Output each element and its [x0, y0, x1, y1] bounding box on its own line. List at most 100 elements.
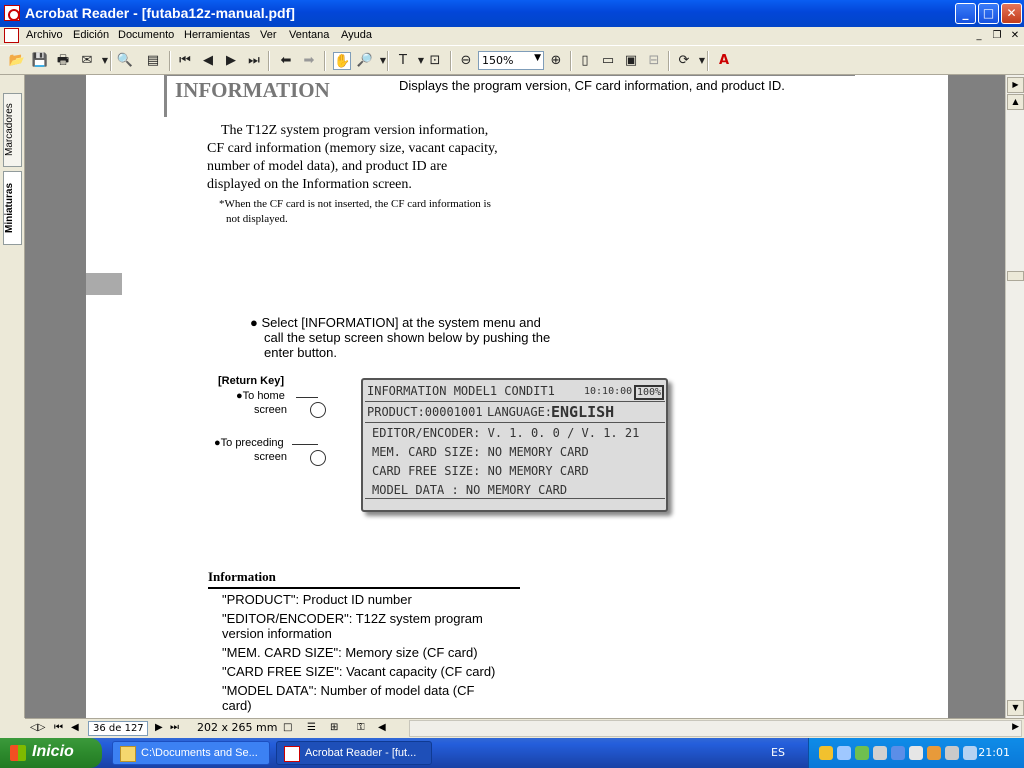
next-page-icon[interactable]: ▶: [222, 52, 240, 70]
taskbar: Inicio C:\Documents and Se... Acrobat Re…: [0, 738, 1024, 768]
task-explorer-label: C:\Documents and Se...: [141, 747, 258, 759]
status-prev-page-icon[interactable]: ◀: [71, 721, 79, 735]
scroll-left-icon[interactable]: ◀: [378, 721, 386, 735]
close-button[interactable]: ✕: [1001, 3, 1022, 24]
system-tray: 21:01: [808, 738, 1024, 768]
task-explorer[interactable]: C:\Documents and Se...: [112, 741, 270, 765]
continuous-icon[interactable]: ☰: [307, 721, 316, 735]
zoom-level-dropdown-icon[interactable]: ▼: [534, 53, 541, 63]
forward-icon[interactable]: ➡: [300, 52, 318, 70]
status-first-page-icon[interactable]: ⏮: [54, 721, 63, 735]
tray-icon[interactable]: [963, 746, 977, 760]
monitor-icon[interactable]: [891, 746, 905, 760]
intro-line: The T12Z system program version informat…: [221, 123, 489, 138]
back-icon[interactable]: ⬅: [277, 52, 295, 70]
heading-rule: [167, 75, 855, 76]
status-next-page-icon[interactable]: ▶: [155, 721, 163, 735]
open-icon[interactable]: 📂: [8, 52, 26, 70]
intro-line: displayed on the Information screen.: [207, 177, 412, 192]
maximize-button[interactable]: □: [978, 3, 999, 24]
status-nav-icon[interactable]: ◁▷: [30, 721, 45, 735]
sync-icon[interactable]: [909, 746, 923, 760]
menu-documento[interactable]: Documento: [118, 29, 174, 41]
horizontal-scrollbar[interactable]: ▶: [409, 720, 1022, 737]
instruction-text: ● Select [INFORMATION] at the system men…: [250, 315, 550, 360]
menu-ver[interactable]: Ver: [260, 29, 277, 41]
print-icon[interactable]: 🖶: [54, 52, 72, 70]
last-page-icon[interactable]: ⏭: [245, 52, 263, 70]
menu-herramientas[interactable]: Herramientas: [184, 29, 250, 41]
antivirus-icon[interactable]: [855, 746, 869, 760]
volume-icon[interactable]: [873, 746, 887, 760]
intro-paragraph: The T12Z system program version informat…: [207, 122, 519, 194]
clock: 21:01: [978, 746, 1010, 759]
scroll-right-icon[interactable]: ▶: [1012, 722, 1019, 732]
snapshot-icon[interactable]: ⊡: [426, 52, 444, 70]
to-home-label: ●To home: [236, 390, 285, 402]
instruction-line: ● Select [INFORMATION] at the system men…: [250, 315, 541, 330]
lcd-screen: INFORMATION MODEL1 CONDIT1 10:10:00 100%…: [361, 378, 668, 512]
tab-thumbnails[interactable]: Miniaturas: [3, 171, 22, 245]
lcd-time: 10:10:00: [584, 386, 633, 397]
doc-minimize-icon[interactable]: _: [972, 29, 986, 43]
status-last-page-icon[interactable]: ⏭: [170, 721, 179, 735]
scroll-down-icon[interactable]: ▼: [1007, 700, 1024, 716]
facing-icon[interactable]: ⊞: [330, 721, 338, 735]
update-icon[interactable]: [945, 746, 959, 760]
info-rule: [208, 587, 520, 589]
doc-restore-icon[interactable]: ❐: [990, 29, 1004, 43]
language-indicator[interactable]: ES: [771, 746, 785, 759]
info-item: "MEM. CARD SIZE": Memory size (CF card): [222, 645, 478, 660]
zoom-out-icon[interactable]: ⊖: [457, 52, 475, 70]
lcd-language-label: LANGUAGE:: [487, 405, 553, 419]
zoom-tool-icon[interactable]: 🔎: [356, 52, 374, 70]
text-select-icon[interactable]: T: [394, 52, 412, 70]
task-acrobat[interactable]: Acrobat Reader - [fut...: [276, 741, 432, 765]
lcd-row: EDITOR/ENCODER: V. 1. 0. 0 / V. 1. 21: [372, 426, 640, 440]
document-viewport[interactable]: INFORMATION Displays the program version…: [25, 75, 1005, 718]
menu-archivo[interactable]: Archivo: [26, 29, 63, 41]
next-page-arrow-icon[interactable]: ▶: [1007, 77, 1024, 93]
messenger-icon[interactable]: [927, 746, 941, 760]
zoom-level-input[interactable]: 150% ▼: [478, 51, 544, 70]
hand-tool-icon[interactable]: ✋: [333, 52, 351, 70]
network-icon[interactable]: [837, 746, 851, 760]
info-item: version information: [222, 626, 332, 641]
menu-edicion[interactable]: Edición: [73, 29, 109, 41]
show-hide-panel-icon[interactable]: ▤: [144, 52, 162, 70]
page-number-field[interactable]: 36 de 127: [88, 721, 148, 736]
page-tab-marker: [86, 273, 122, 295]
minimize-button[interactable]: _: [955, 3, 976, 24]
previous-page-icon[interactable]: ◀: [199, 52, 217, 70]
tab-bookmarks[interactable]: Marcadores: [3, 93, 22, 167]
reflow-icon[interactable]: ⊟: [645, 52, 663, 70]
rotate-icon[interactable]: ⟳: [675, 52, 693, 70]
page-heading: INFORMATION: [175, 78, 330, 102]
note-line: *When the CF card is not inserted, the C…: [219, 198, 491, 210]
shield-icon[interactable]: [819, 746, 833, 760]
menu-ventana[interactable]: Ventana: [289, 29, 329, 41]
menu-ayuda[interactable]: Ayuda: [341, 29, 372, 41]
fit-width-icon[interactable]: ▣: [622, 52, 640, 70]
to-preceding-label: ●To preceding: [214, 437, 284, 449]
adobe-logo-icon[interactable]: A: [715, 52, 733, 70]
note-text: *When the CF card is not inserted, the C…: [219, 197, 491, 227]
scroll-thumb[interactable]: [1007, 271, 1024, 281]
zoom-in-icon[interactable]: ⊕: [547, 52, 565, 70]
doc-close-icon[interactable]: ✕: [1008, 29, 1022, 43]
page-subheading: Displays the program version, CF card in…: [399, 78, 785, 93]
first-page-icon[interactable]: ⏮: [176, 52, 194, 70]
intro-line: number of model data), and product ID ar…: [207, 159, 448, 174]
fit-page-icon[interactable]: ▭: [599, 52, 617, 70]
vertical-scrollbar[interactable]: ▶ ▲ ▼: [1005, 75, 1024, 718]
scroll-up-icon[interactable]: ▲: [1007, 94, 1024, 110]
document-icon[interactable]: [4, 28, 19, 43]
save-icon[interactable]: 💾: [31, 52, 49, 70]
find-icon[interactable]: 🔍: [116, 52, 134, 70]
single-page-icon[interactable]: □: [283, 721, 292, 735]
start-button[interactable]: Inicio: [0, 738, 102, 768]
actual-size-icon[interactable]: ▯: [576, 52, 594, 70]
return-key-label: [Return Key]: [218, 375, 285, 387]
zoom-dropdown-icon[interactable]: ▼: [374, 52, 392, 70]
email-icon[interactable]: ✉: [78, 52, 96, 70]
